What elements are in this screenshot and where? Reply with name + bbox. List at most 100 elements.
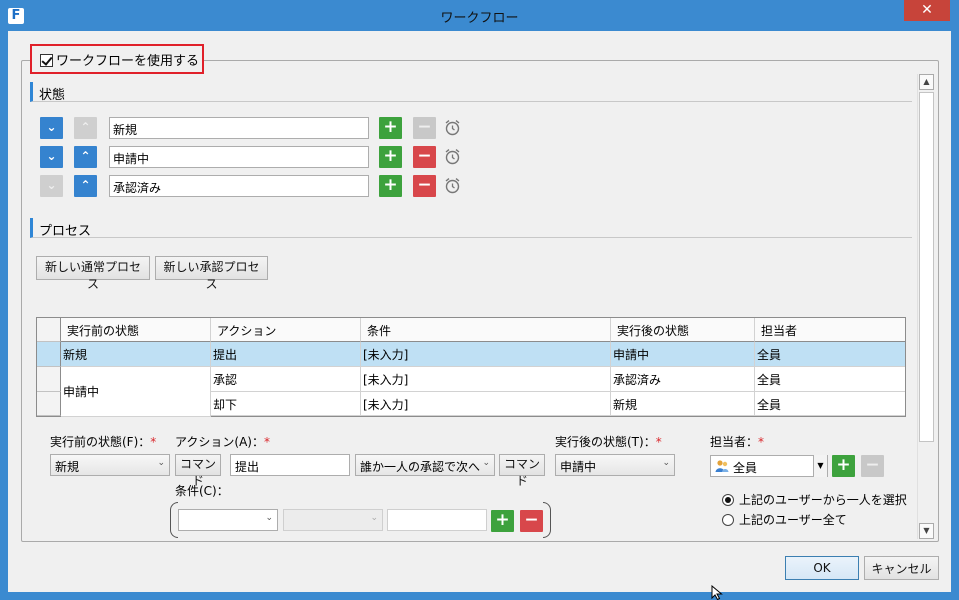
scroll-down-icon[interactable]: ▼: [919, 523, 934, 539]
plus-icon: +: [383, 146, 398, 166]
alarm-clock-icon[interactable]: [444, 177, 461, 194]
process-section-header: プロセス: [30, 218, 912, 239]
move-up-button[interactable]: ⌃: [74, 175, 97, 197]
chevron-down-icon: ⌄: [265, 513, 273, 523]
use-workflow-checkbox[interactable]: ワークフローを使用する: [30, 44, 204, 74]
plus-icon: +: [836, 455, 851, 475]
column-header[interactable]: 条件: [361, 318, 611, 342]
grid-corner: [37, 318, 61, 342]
alarm-clock-icon[interactable]: [444, 148, 461, 165]
scroll-up-icon[interactable]: ▲: [919, 74, 934, 90]
row-header[interactable]: [37, 342, 61, 367]
cell-before-state[interactable]: 申請中: [61, 367, 211, 417]
vertical-scrollbar[interactable]: ▲ ▼: [917, 74, 934, 539]
minus-icon: −: [417, 146, 432, 166]
cell-action[interactable]: 承認: [211, 367, 361, 392]
cell-assignee[interactable]: 全員: [755, 392, 905, 416]
new-normal-process-button[interactable]: 新しい通常プロセス: [36, 256, 150, 291]
move-down-button[interactable]: ⌄: [40, 146, 63, 168]
minus-icon: −: [865, 455, 880, 475]
chevron-up-icon: ⌃: [80, 120, 91, 134]
after-state-label: 実行後の状態(T)：*: [555, 435, 662, 449]
plus-icon: +: [383, 117, 398, 137]
states-section-header: 状態: [30, 82, 912, 103]
cell-action[interactable]: 却下: [211, 392, 361, 416]
scrollbar-thumb[interactable]: [919, 92, 934, 442]
cell-before-state[interactable]: 新規: [61, 342, 211, 367]
use-workflow-label: ワークフローを使用する: [56, 54, 200, 69]
state-row: ⌄ ⌃ 申請中 + −: [40, 145, 480, 169]
state-name-input[interactable]: 新規: [109, 117, 369, 139]
add-condition-button[interactable]: +: [491, 510, 514, 532]
move-down-button[interactable]: ⌄: [40, 117, 63, 139]
approval-mode-select[interactable]: 誰か一人の承認で次へ ⌄: [355, 454, 495, 476]
action-command-button[interactable]: コマンド: [175, 454, 221, 488]
radio-checked-icon: [722, 494, 734, 506]
move-down-button: ⌄: [40, 175, 63, 197]
add-assignee-button[interactable]: +: [832, 455, 855, 477]
cell-after-state[interactable]: 申請中: [611, 342, 755, 367]
chevron-down-icon: ⌄: [662, 458, 670, 468]
users-group-icon: [715, 460, 729, 472]
cell-assignee[interactable]: 全員: [755, 367, 905, 392]
cell-after-state[interactable]: 新規: [611, 392, 755, 416]
states-section-title: 状態: [39, 88, 66, 103]
cell-after-state[interactable]: 承認済み: [611, 367, 755, 392]
state-name-input[interactable]: 承認済み: [109, 175, 369, 197]
before-state-select[interactable]: 新規 ⌄: [50, 454, 170, 476]
condition-label: 条件(C)：: [175, 484, 229, 498]
dialog-body: ワークフローを使用する 状態 ⌄ ⌃ 新規 + − ⌄ ⌃ 申請中 + − ⌄ …: [8, 31, 951, 592]
new-approval-process-button[interactable]: 新しい承認プロセス: [155, 256, 268, 291]
radio-select-one[interactable]: 上記のユーザーから一人を選択: [722, 491, 907, 508]
chevron-down-icon: ⌄: [370, 513, 378, 523]
state-row: ⌄ ⌃ 新規 + −: [40, 116, 480, 140]
close-button[interactable]: ✕: [904, 0, 950, 21]
mouse-cursor-icon: [711, 585, 723, 600]
cell-assignee[interactable]: 全員: [755, 342, 905, 367]
action-label: アクション(A)：*: [175, 435, 270, 449]
column-header[interactable]: 担当者: [755, 318, 905, 342]
process-section-title: プロセス: [39, 224, 92, 239]
remove-state-button[interactable]: −: [413, 175, 436, 197]
move-up-button: ⌃: [74, 117, 97, 139]
cell-action[interactable]: 提出: [211, 342, 361, 367]
row-header[interactable]: [37, 392, 61, 416]
column-header[interactable]: アクション: [211, 318, 361, 342]
cell-condition[interactable]: [未入力]: [361, 392, 611, 416]
remove-condition-button[interactable]: −: [520, 510, 543, 532]
condition-field-select[interactable]: ⌄: [178, 509, 278, 531]
condition-value-input: [387, 509, 487, 531]
add-state-button[interactable]: +: [379, 117, 402, 139]
column-header[interactable]: 実行後の状態: [611, 318, 755, 342]
chevron-down-icon: ⌄: [46, 149, 57, 163]
minus-icon: −: [524, 510, 539, 530]
assignee-select[interactable]: 全員 ▼: [710, 455, 828, 477]
action-name-input[interactable]: 提出: [230, 454, 350, 476]
row-header[interactable]: [37, 367, 61, 392]
state-row: ⌄ ⌃ 承認済み + −: [40, 174, 480, 198]
before-state-label: 実行前の状態(F)：*: [50, 435, 157, 449]
after-state-select[interactable]: 申請中 ⌄: [555, 454, 675, 476]
dropdown-arrow-icon[interactable]: ▼: [813, 455, 827, 477]
cell-condition[interactable]: [未入力]: [361, 342, 611, 367]
column-header[interactable]: 実行前の状態: [61, 318, 211, 342]
radio-select-all[interactable]: 上記のユーザー全て: [722, 511, 847, 528]
cancel-button[interactable]: キャンセル: [864, 556, 939, 580]
plus-icon: +: [495, 510, 510, 530]
add-state-button[interactable]: +: [379, 175, 402, 197]
ok-button[interactable]: OK: [785, 556, 859, 580]
chevron-down-icon: ⌄: [46, 178, 57, 192]
chevron-up-icon: ⌃: [80, 178, 91, 192]
workflow-scroll-area: 状態 ⌄ ⌃ 新規 + − ⌄ ⌃ 申請中 + − ⌄ ⌃ 承認済み + − プ…: [30, 74, 933, 539]
chevron-up-icon: ⌃: [80, 149, 91, 163]
alarm-clock-icon[interactable]: [444, 119, 461, 136]
approval-command-button[interactable]: コマンド: [499, 454, 545, 488]
process-grid: 実行前の状態 アクション 条件 実行後の状態 担当者 新規 提出 [未入力] 申…: [36, 317, 906, 417]
plus-icon: +: [383, 175, 398, 195]
state-name-input[interactable]: 申請中: [109, 146, 369, 168]
cell-condition[interactable]: [未入力]: [361, 367, 611, 392]
move-up-button[interactable]: ⌃: [74, 146, 97, 168]
remove-state-button[interactable]: −: [413, 146, 436, 168]
add-state-button[interactable]: +: [379, 146, 402, 168]
workflow-dialog: F ワークフロー ✕ ワークフローを使用する 状態 ⌄ ⌃ 新規 + − ⌄ ⌃…: [0, 0, 959, 600]
